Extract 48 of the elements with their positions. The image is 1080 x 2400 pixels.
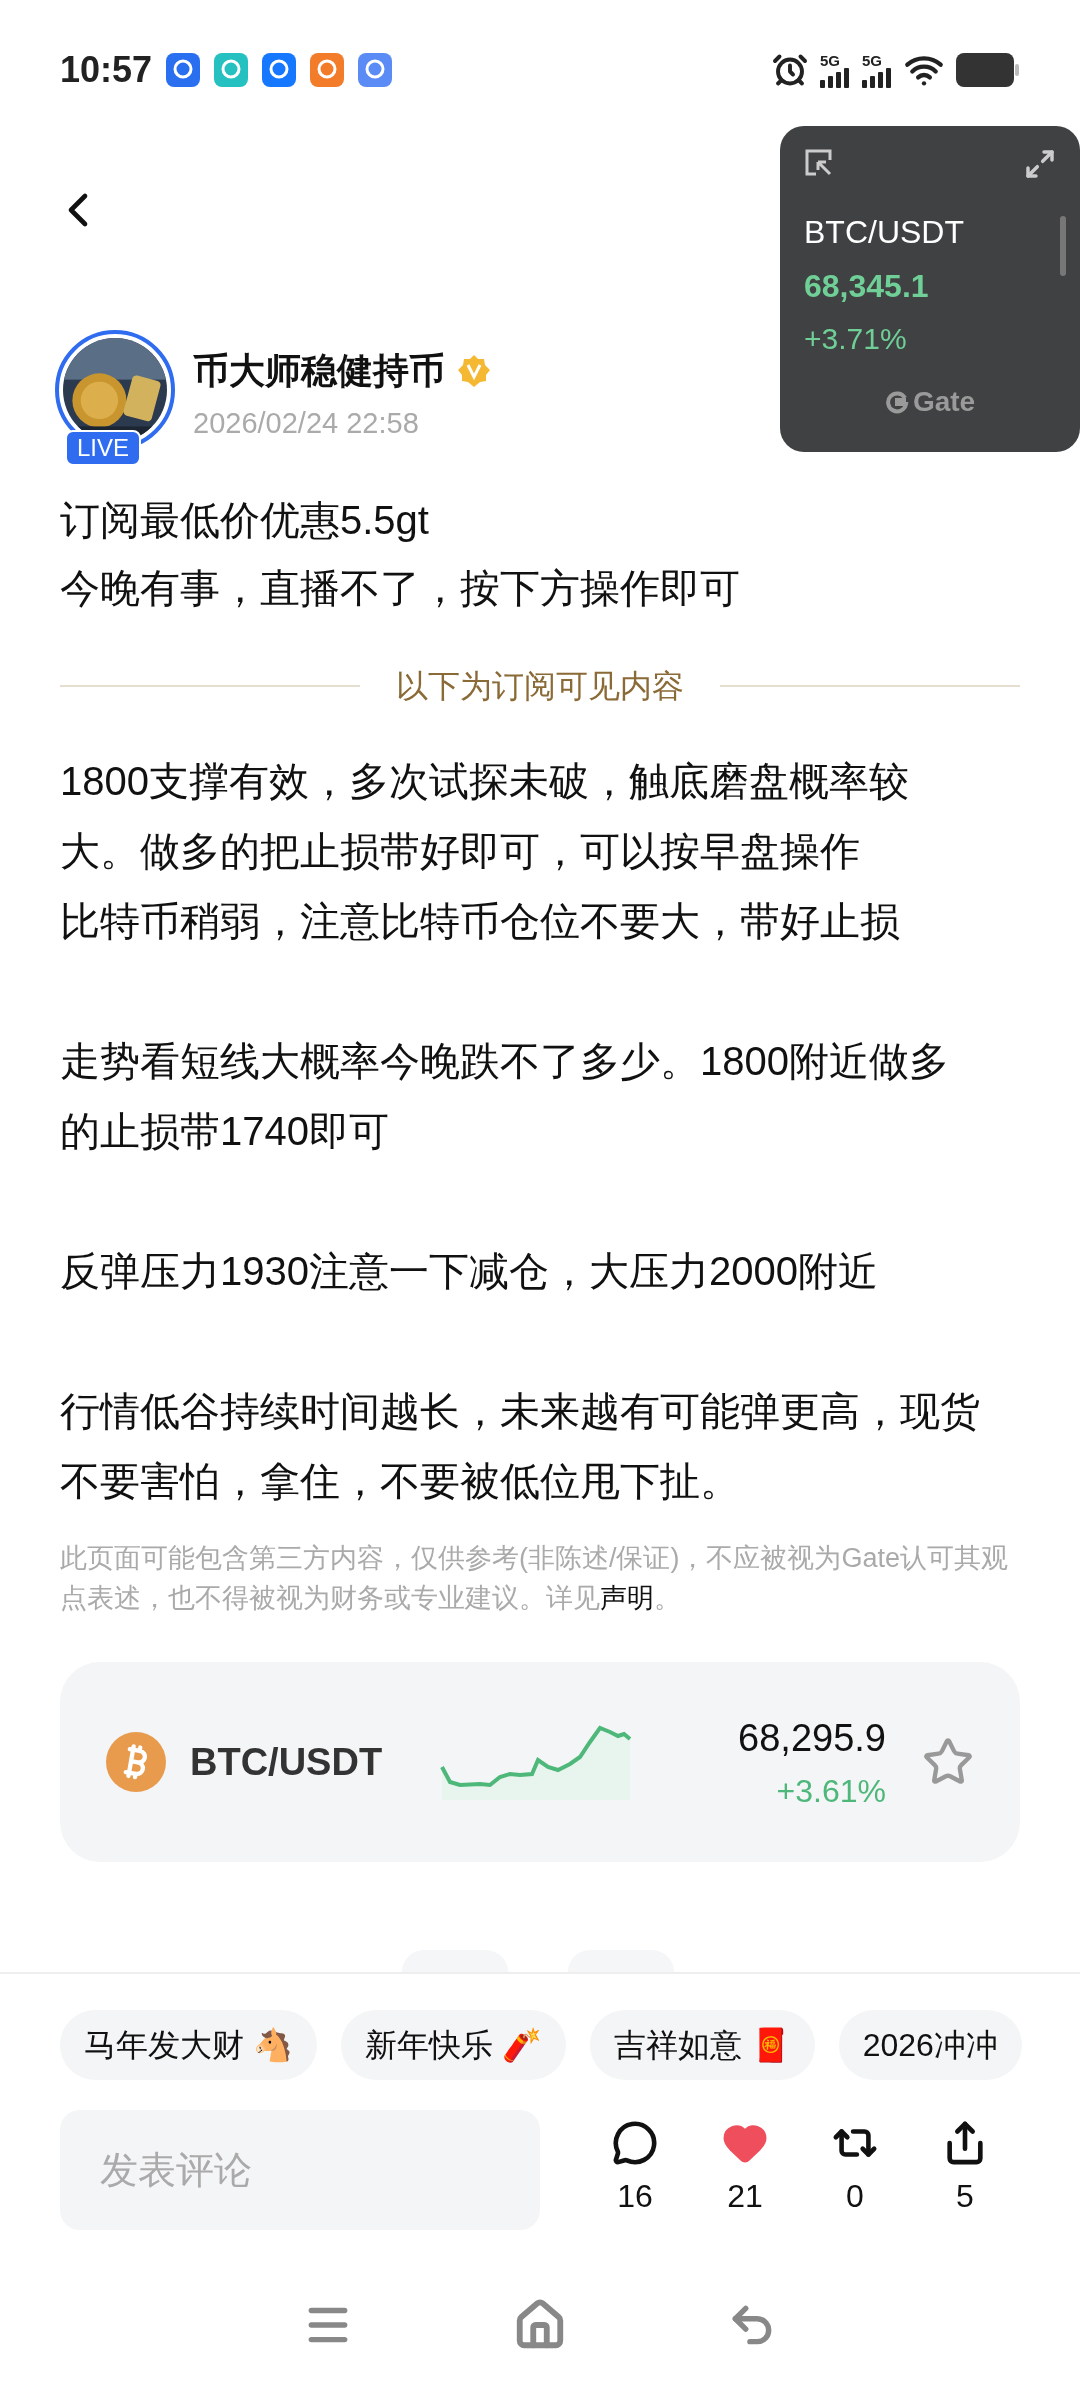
statement-link[interactable]: 声明 <box>600 1583 654 1613</box>
gate-logo-icon <box>884 390 909 414</box>
card-price: 68,295.9 <box>738 1715 886 1761</box>
comment-field[interactable]: 发表评论 <box>60 2110 540 2230</box>
app-icon <box>214 53 249 87</box>
action-count: 21 <box>727 2177 763 2216</box>
post-paragraph: 走势看短线大概率今晚跌不了多少。1800附近做多的止损带1740即可 <box>60 1038 950 1155</box>
action-count: 5 <box>956 2177 974 2216</box>
widget-pair: BTC/USDT <box>804 213 965 252</box>
quick-reply-chip[interactable]: 吉祥如意 🧧 <box>589 2010 815 2080</box>
signal-icon <box>820 67 850 88</box>
quick-reply-chip[interactable]: 新年快乐 🧨 <box>340 2010 566 2080</box>
expand-icon[interactable] <box>1024 148 1056 180</box>
post-paragraph: 反弹压力1930注意一下减仓，大压力2000附近 <box>60 1248 879 1295</box>
card-pair: BTC/USDT <box>190 1739 383 1785</box>
post-paragraph: 比特币稍弱，注意比特币仓位不要大，带好止损 <box>60 898 901 945</box>
app-icon <box>358 53 393 87</box>
comment-icon[interactable] <box>612 2120 658 2166</box>
battery-icon <box>956 53 1020 87</box>
post-text: 订阅最低价优惠5.5gt <box>60 497 430 544</box>
widget-change: +3.71% <box>804 321 908 357</box>
app-icon <box>262 53 297 87</box>
subscriber-divider-label: 以下为订阅可见内容 <box>396 667 684 706</box>
minimize-icon[interactable] <box>804 148 834 178</box>
post-date: 2026/02/24 22:58 <box>193 406 420 442</box>
author-name[interactable]: 币大师稳健持币 <box>193 344 445 399</box>
network-label: 5G <box>820 52 840 68</box>
quick-reply-chip[interactable]: 马年发大财 🐴 <box>60 2010 317 2080</box>
app-icon <box>310 53 345 87</box>
bitcoin-icon <box>106 1732 166 1792</box>
live-badge: LIVE <box>65 430 142 466</box>
post-text: 今晚有事，直播不了，按下方操作即可 <box>60 565 741 612</box>
quick-reply-chip[interactable]: 2026冲冲 <box>838 2010 1022 2080</box>
alarm-icon <box>772 52 808 88</box>
card-change: +3.61% <box>776 1771 886 1811</box>
app-icon <box>166 53 201 87</box>
market-card[interactable]: BTC/USDT 68,295.9 +3.61% <box>60 1662 1020 1862</box>
action-count: 16 <box>617 2177 653 2216</box>
post-paragraph: 1800支撑有效，多次试探未破，触底磨盘概率较大。做多的把止损带好即可，可以按早盘操作 <box>60 758 910 875</box>
disclaimer-text: 此页面可能包含第三方内容，仅供参考(非陈述/保证)，不应被视为Gate认可其观点表述，也不得被视为财务或专业建议。详见声明。 <box>59 1542 1010 1615</box>
action-count: 0 <box>846 2177 864 2216</box>
ticker-widget[interactable]: BTC/USDT 68,345.1 +3.71% Gate <box>780 126 1080 452</box>
widget-brand: Gate <box>912 385 976 419</box>
post-paragraph: 行情低谷持续时间越长，未来越有可能弹更高，现货不要害怕，拿住，不要被低位甩下扯。 <box>60 1388 981 1505</box>
status-time: 10:57 <box>60 48 153 92</box>
widget-price: 68,345.1 <box>804 267 930 306</box>
signal-icon <box>862 67 892 88</box>
network-label: 5G <box>862 52 882 68</box>
